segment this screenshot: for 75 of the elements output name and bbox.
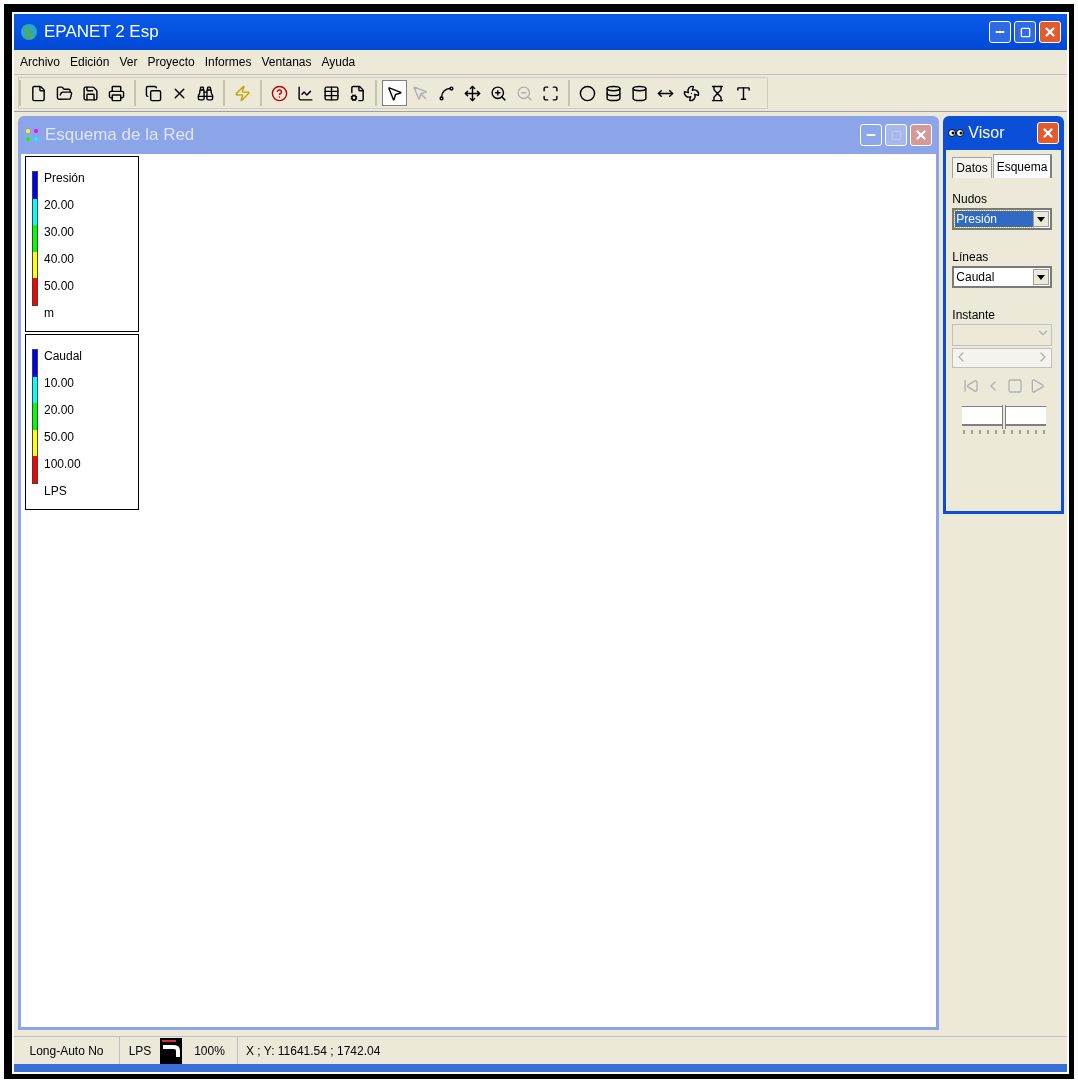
move-icon	[464, 84, 481, 102]
legend-unit: LPS	[44, 483, 68, 500]
legend-value: 30.00	[44, 224, 76, 241]
menu-item[interactable]: Archivo	[20, 53, 60, 71]
circle-icon	[579, 84, 596, 102]
binoculars-icon	[197, 84, 214, 102]
legend-value: 20.00	[44, 197, 76, 214]
network-icon	[25, 128, 39, 142]
faucet-icon	[160, 1037, 182, 1064]
save-icon	[82, 84, 99, 102]
tab[interactable]: Datos	[952, 157, 992, 178]
toolbar-button[interactable]	[382, 80, 407, 106]
legend-value: 10.00	[44, 375, 76, 392]
valve-icon	[709, 84, 726, 102]
query-icon	[271, 84, 288, 102]
table-icon	[323, 84, 340, 102]
zoom-in-icon	[490, 84, 507, 102]
close-icon	[1041, 126, 1055, 140]
legend-title: Caudal	[44, 348, 83, 365]
window-title: Esquema de la Red	[45, 124, 196, 147]
chart-icon	[297, 84, 314, 102]
copy-icon	[145, 84, 162, 102]
skip-back-icon	[962, 378, 979, 394]
full-extent-icon	[542, 84, 559, 102]
dropdown[interactable]: Presión	[952, 208, 1053, 230]
close-icon	[914, 128, 929, 142]
status-text: X ; Y: 11641.54 ; 1742.04	[245, 1042, 382, 1060]
file-icon	[30, 84, 47, 102]
field-label: Nudos	[952, 191, 988, 208]
close-icon	[1043, 25, 1057, 39]
menu-item[interactable]: Edición	[70, 53, 110, 71]
vertex-pointer-icon	[412, 84, 429, 102]
minimize-button[interactable]	[989, 21, 1011, 43]
time-scrollbar[interactable]	[952, 348, 1053, 368]
speed-slider[interactable]	[961, 406, 1046, 426]
tank-icon	[631, 84, 648, 102]
tab[interactable]: Esquema	[992, 154, 1053, 178]
field-label: Líneas	[952, 249, 990, 266]
window-title: EPANET 2 Esp	[44, 21, 160, 44]
eyes-icon	[948, 128, 965, 138]
menu-item[interactable]: Informes	[204, 53, 252, 71]
options-icon	[349, 84, 366, 102]
polygon-icon	[438, 84, 455, 102]
status-text: LPS	[127, 1042, 153, 1060]
reservoir-icon	[605, 84, 622, 102]
maximize-button[interactable]	[1014, 21, 1036, 43]
menu-item[interactable]: Ventanas	[261, 53, 312, 71]
panel-title: Visor	[968, 123, 1006, 143]
globe-icon	[20, 23, 38, 41]
close-button[interactable]	[1037, 122, 1059, 144]
dropdown-value: Presión	[955, 211, 1034, 227]
maximize-icon	[1019, 26, 1031, 38]
dropdown[interactable]: Caudal	[952, 266, 1053, 288]
close-button[interactable]	[1039, 21, 1061, 43]
legend-value: 20.00	[44, 402, 76, 419]
field-label: Instante	[952, 307, 997, 324]
stop-icon	[1006, 378, 1023, 394]
slider-thumb[interactable]	[1001, 405, 1006, 429]
zoom-out-icon	[516, 84, 533, 102]
menu-item[interactable]: Proyecto	[147, 53, 195, 71]
menu-item[interactable]: Ver	[119, 53, 138, 71]
folder-icon	[56, 84, 73, 102]
legend-title: Presión	[44, 170, 85, 187]
legend-unit: m	[44, 305, 55, 322]
text-icon	[735, 84, 752, 102]
lightning-icon	[234, 84, 251, 102]
dropdown-value: Caudal	[955, 269, 996, 285]
legend-value: 40.00	[44, 251, 76, 268]
legend-value: 100.00	[44, 456, 82, 473]
menu-item[interactable]: Ayuda	[321, 53, 356, 71]
legend-value: 50.00	[44, 278, 76, 295]
pump-icon	[683, 84, 700, 102]
printer-icon	[108, 84, 125, 102]
legend-value: 50.00	[44, 429, 76, 446]
pointer-icon	[386, 84, 403, 102]
